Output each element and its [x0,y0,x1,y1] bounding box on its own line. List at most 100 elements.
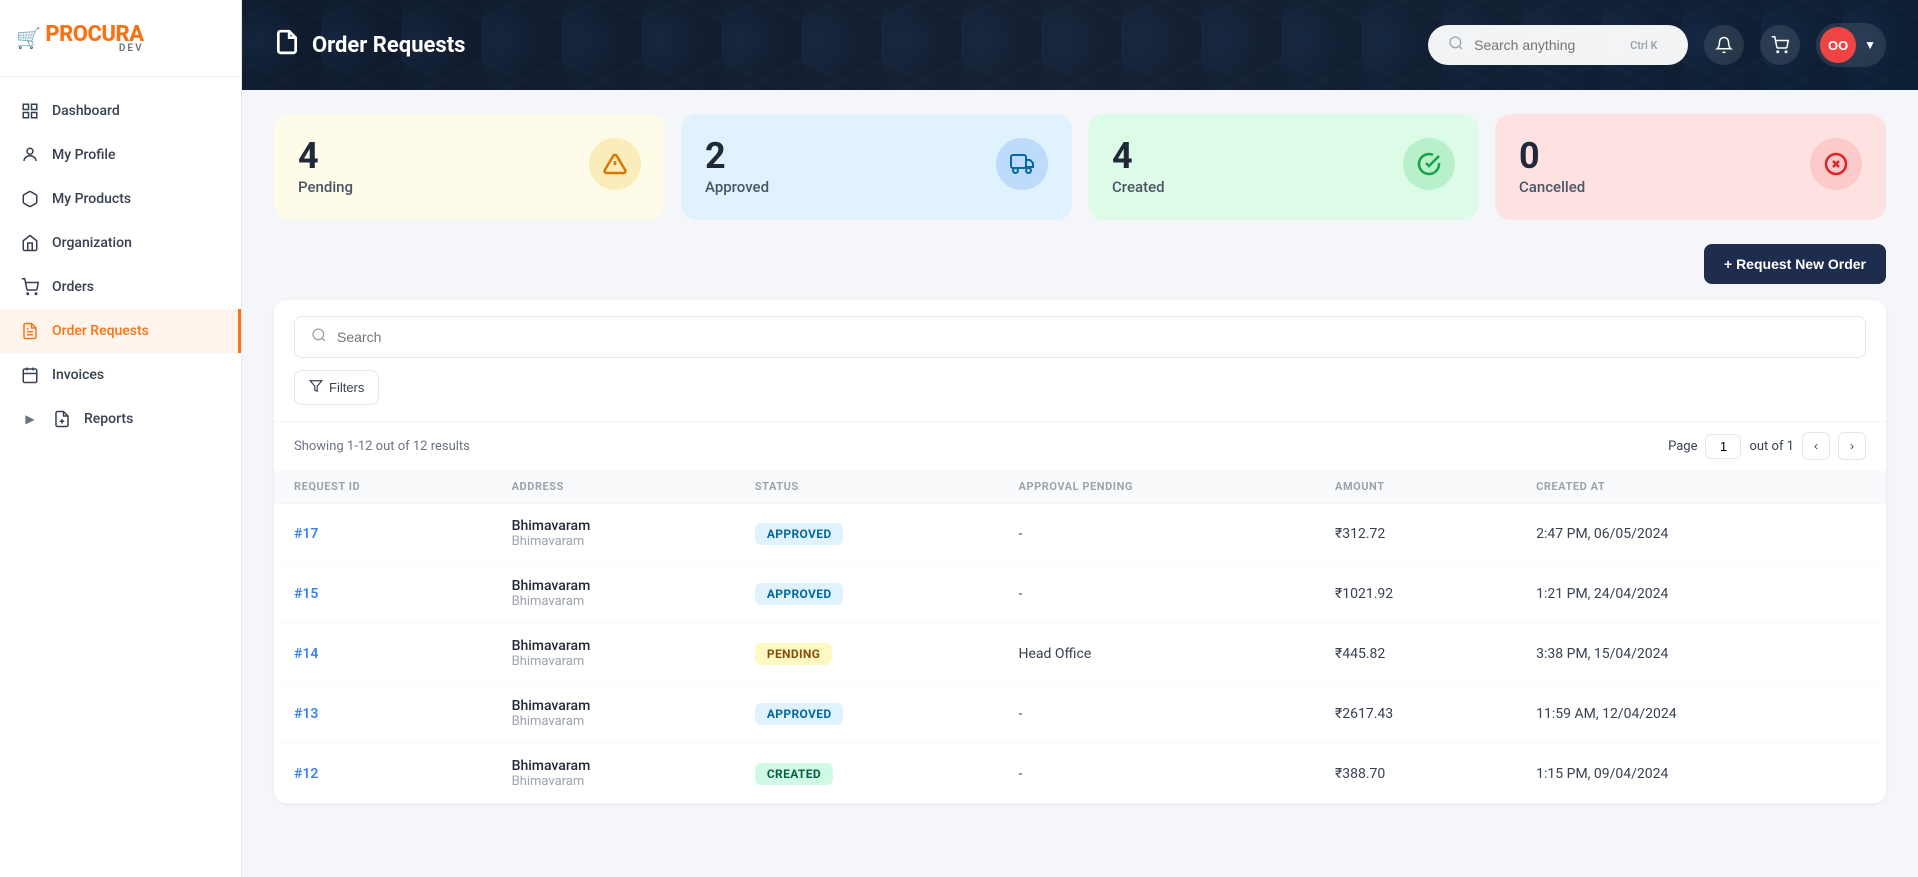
stat-info-cancelled: 0 Cancelled [1519,138,1585,196]
request-id-link[interactable]: #13 [294,706,318,722]
sidebar-item-my-products[interactable]: My Products [0,177,241,221]
request-id-link[interactable]: #14 [294,646,318,662]
prev-page-button[interactable]: ‹ [1802,432,1830,460]
sidebar-label-my-profile: My Profile [52,147,115,163]
amount-cell: ₹312.72 [1315,504,1516,564]
amount-cell: ₹388.70 [1315,744,1516,804]
stat-number-cancelled: 0 [1519,138,1585,174]
filters-label: Filters [329,380,364,395]
address-main: Bhimavaram [512,698,715,714]
sidebar-label-order-requests: Order Requests [52,323,149,339]
status-badge: APPROVED [755,523,844,545]
created-at-cell: 3:38 PM, 15/04/2024 [1516,624,1886,684]
search-icon [1448,35,1464,55]
page-header: Order Requests Ctrl K OO ▼ [242,0,1918,90]
address-sub: Bhimavaram [512,774,715,789]
table-search-icon [311,327,327,347]
sidebar-item-invoices[interactable]: Invoices [0,353,241,397]
cancelled-icon-wrap [1810,138,1862,190]
global-search-bar[interactable]: Ctrl K [1428,25,1688,65]
address-main: Bhimavaram [512,578,715,594]
col-created-at: CREATED AT [1516,470,1886,504]
request-id-link[interactable]: #17 [294,526,318,542]
my-profile-icon [20,145,40,165]
content-area: 4 Pending 2 Approved 4 Cre [242,90,1918,877]
sidebar-item-reports[interactable]: ▶ Reports [0,397,241,441]
status-badge: PENDING [755,643,832,665]
user-menu-chevron-icon: ▼ [1864,38,1876,52]
page-title-icon [274,29,300,61]
table-header-row: REQUEST ID ADDRESS STATUS APPROVAL PENDI… [274,470,1886,504]
table-row[interactable]: #17 Bhimavaram Bhimavaram APPROVED - ₹31… [274,504,1886,564]
header-right: Ctrl K OO ▼ [1428,23,1886,67]
user-menu-button[interactable]: OO ▼ [1816,23,1886,67]
stat-card-approved[interactable]: 2 Approved [681,114,1072,220]
my-products-icon [20,189,40,209]
logo: 🛒 PROCURA DEV [20,16,140,60]
table-row[interactable]: #15 Bhimavaram Bhimavaram APPROVED - ₹10… [274,564,1886,624]
stats-row: 4 Pending 2 Approved 4 Cre [274,114,1886,220]
table-row[interactable]: #14 Bhimavaram Bhimavaram PENDING Head O… [274,624,1886,684]
search-shortcut: Ctrl K [1624,37,1663,54]
sidebar-item-order-requests[interactable]: Order Requests [0,309,241,353]
table-row[interactable]: #13 Bhimavaram Bhimavaram APPROVED - ₹26… [274,684,1886,744]
approval-pending-cell: - [999,684,1315,744]
page-total: out of 1 [1749,439,1794,454]
page-number-input[interactable] [1705,434,1741,459]
sidebar-item-my-profile[interactable]: My Profile [0,133,241,177]
results-bar: Showing 1-12 out of 12 results Page out … [274,422,1886,470]
created-at-cell: 11:59 AM, 12/04/2024 [1516,684,1886,744]
sidebar-nav: Dashboard My Profile My Products Organiz… [0,77,241,877]
approval-pending-cell: - [999,564,1315,624]
address-sub: Bhimavaram [512,714,715,729]
orders-table: REQUEST ID ADDRESS STATUS APPROVAL PENDI… [274,470,1886,803]
amount-cell: ₹2617.43 [1315,684,1516,744]
cart-button[interactable] [1760,25,1800,65]
sidebar-label-organization: Organization [52,235,132,251]
logo-icon: 🛒 [16,26,41,50]
organization-icon [20,233,40,253]
table-panel: Filters Showing 1-12 out of 12 results P… [274,300,1886,803]
sidebar-item-organization[interactable]: Organization [0,221,241,265]
created-at-cell: 2:47 PM, 06/05/2024 [1516,504,1886,564]
page-title: Order Requests [312,33,465,58]
request-id-link[interactable]: #15 [294,586,318,602]
address-main: Bhimavaram [512,638,715,654]
address-sub: Bhimavaram [512,594,715,609]
status-badge: APPROVED [755,703,844,725]
request-id-link[interactable]: #12 [294,766,318,782]
sidebar-label-invoices: Invoices [52,367,104,383]
stat-label-cancelled: Cancelled [1519,178,1585,196]
stat-info-pending: 4 Pending [298,138,353,196]
col-status: STATUS [735,470,999,504]
address-sub: Bhimavaram [512,534,715,549]
approved-icon-wrap [996,138,1048,190]
address-sub: Bhimavaram [512,654,715,669]
filters-button[interactable]: Filters [294,370,379,405]
order-requests-icon [20,321,40,341]
amount-cell: ₹1021.92 [1315,564,1516,624]
sidebar: 🛒 PROCURA DEV Dashboard My Profile My Pr… [0,0,242,877]
stat-card-created[interactable]: 4 Created [1088,114,1479,220]
stat-info-created: 4 Created [1112,138,1165,196]
stat-card-pending[interactable]: 4 Pending [274,114,665,220]
request-new-order-button[interactable]: + Request New Order [1704,244,1886,284]
sidebar-item-orders[interactable]: Orders [0,265,241,309]
global-search-input[interactable] [1474,37,1614,53]
notifications-button[interactable] [1704,25,1744,65]
stat-card-cancelled[interactable]: 0 Cancelled [1495,114,1886,220]
approval-pending-cell: Head Office [999,624,1315,684]
filter-icon [309,379,323,396]
sidebar-logo: 🛒 PROCURA DEV [0,0,241,77]
pagination: Page out of 1 ‹ › [1668,432,1866,460]
stat-number-created: 4 [1112,138,1165,174]
sidebar-item-dashboard[interactable]: Dashboard [0,89,241,133]
table-search-input[interactable] [337,329,1849,345]
stat-info-approved: 2 Approved [705,138,769,196]
orders-icon [20,277,40,297]
next-page-button[interactable]: › [1838,432,1866,460]
table-search-field[interactable] [294,316,1866,358]
created-at-cell: 1:21 PM, 24/04/2024 [1516,564,1886,624]
col-request-id: REQUEST ID [274,470,492,504]
table-row[interactable]: #12 Bhimavaram Bhimavaram CREATED - ₹388… [274,744,1886,804]
